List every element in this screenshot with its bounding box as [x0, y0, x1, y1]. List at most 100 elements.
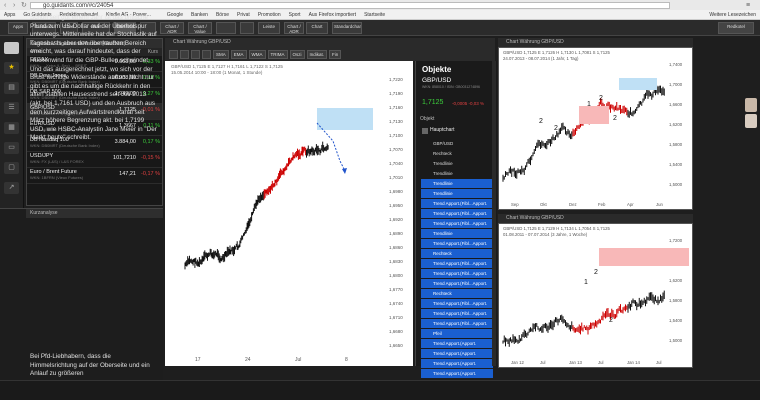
objects-scrollbar[interactable]	[492, 61, 496, 366]
object-item[interactable]: Trend Apport.(Fibl...Apport.	[421, 239, 493, 248]
projection-line[interactable]	[316, 122, 346, 172]
right-chart2-title: Chart Währung GBP/USD	[498, 214, 693, 223]
chart-icon[interactable]: ▤	[4, 82, 19, 94]
toolbar-button[interactable]: Leiste	[258, 22, 280, 34]
watchlist-row[interactable]: USD/JPY WKN: FX (L&S) / L&S FOREX 101,7210…	[27, 152, 162, 168]
object-item[interactable]: Rechteck	[421, 149, 493, 158]
avatar[interactable]	[4, 42, 19, 54]
zoom-in-icon[interactable]	[169, 49, 178, 59]
bookmark-item[interactable]: Google	[167, 10, 183, 19]
y-tick-label: 1,5400	[669, 162, 683, 167]
object-item[interactable]: Trend Apport.(Apport.	[421, 339, 493, 348]
move-icon[interactable]	[191, 49, 200, 59]
right-chart2-canvas[interactable]: GBP/USD 1,7125 E 1,7129 H 1,7134 L 1,705…	[499, 224, 694, 369]
toolbar-button[interactable]: Apps	[8, 22, 28, 34]
object-item[interactable]: Trend Apport.(Fibl...Apport.	[421, 309, 493, 318]
object-item[interactable]: Rechteck	[421, 249, 493, 258]
main-chart-title: Chart Währung GBP/USD	[165, 38, 495, 47]
bookmark-item[interactable]: Startseite	[364, 10, 385, 19]
folder-icon[interactable]	[422, 128, 428, 134]
toolbar-button[interactable]: Standardchart	[332, 22, 362, 34]
object-item[interactable]: Trend Apport.(Fibl...Apport.	[421, 269, 493, 278]
bookmark-item[interactable]: Sport	[289, 10, 301, 19]
x-tick-label: Feb	[598, 202, 606, 207]
object-item[interactable]: Trend Apport.(Fibl...Apport.	[421, 209, 493, 218]
object-item[interactable]: Trend Apport.(Fibl...Apport.	[421, 299, 493, 308]
object-item[interactable]: Trendlinie	[421, 189, 493, 198]
y-tick-label: 1,6830	[389, 259, 403, 264]
watchlist-change: -0,17 %	[141, 171, 160, 177]
draw-icon[interactable]	[202, 49, 211, 59]
desktop-icon[interactable]: ▭	[4, 142, 19, 154]
chart-tool-button[interactable]: TRIMA	[267, 49, 288, 59]
bookmark-item[interactable]: Börse	[216, 10, 229, 19]
object-item[interactable]: Trend Apport.(Apport.	[421, 359, 493, 368]
screen-icon[interactable]: ▢	[4, 162, 19, 174]
y-tick-label: 1,6800	[389, 273, 403, 278]
target-zone[interactable]	[579, 106, 609, 124]
chart-tool-button[interactable]: Fin	[329, 49, 342, 59]
object-item[interactable]: Trend Apport.(Fibl...Apport.	[421, 199, 493, 208]
bookmark-item[interactable]: Promotion	[258, 10, 281, 19]
chart-tool-button[interactable]: Indikat.	[306, 49, 328, 59]
object-item[interactable]: Trend Apport.(Fibl...Apport.	[421, 279, 493, 288]
star-icon[interactable]: ★	[4, 62, 19, 74]
forward-icon[interactable]: ›	[13, 2, 20, 9]
object-item[interactable]: Trend Apport.(Apport.	[421, 349, 493, 358]
watchlist-row[interactable]: Euro / Brent Future WKN: 1BFRN (Vieux Fut…	[27, 168, 162, 184]
bookmark-item[interactable]: Aus Firefox importiert	[309, 10, 357, 19]
object-item[interactable]: GBP/USD	[421, 139, 493, 148]
object-item[interactable]: Pfeil	[421, 329, 493, 338]
graph-icon[interactable]: ↗	[4, 182, 19, 194]
target-zone[interactable]	[599, 248, 689, 266]
right-chart1-canvas[interactable]: GBP/USD 1,7125 E 1,7126 H 1,7130 L 1,708…	[499, 48, 694, 211]
toolbar-right-button[interactable]: Redkotel	[718, 22, 754, 34]
bookmark-item[interactable]: Banken	[191, 10, 208, 19]
object-item[interactable]: Trend Apport.(Fibl...Apport.	[421, 319, 493, 328]
address-bar[interactable]: go.guidants.com/#c/24054	[30, 2, 670, 9]
object-item[interactable]: Trend Apport.(Apport.	[421, 369, 493, 378]
chart-tool-button[interactable]: WMA	[248, 49, 266, 59]
object-item[interactable]: Trend Apport.(Fibl...Apport.	[421, 259, 493, 268]
avatar[interactable]	[745, 98, 757, 112]
toolbar-button[interactable]	[240, 22, 254, 34]
toolbar-button[interactable]: Chart	[306, 22, 328, 34]
watchlist-sub: WKN: DB0MRT (Deutsche Bank Index)	[30, 143, 100, 148]
x-tick-label: Jul	[598, 360, 604, 365]
news-icon[interactable]: ▦	[4, 122, 19, 134]
right-chart-2[interactable]: GBP/USD 1,7125 E 1,7129 H 1,7134 L 1,705…	[498, 223, 693, 368]
object-item[interactable]: Trendlinie	[421, 159, 493, 168]
object-item[interactable]: Trendlinie	[421, 169, 493, 178]
x-tick-label: Jan 12	[511, 360, 525, 365]
object-item[interactable]: Trendlinie	[421, 179, 493, 188]
bookmarks-more[interactable]: Weitere Lesezeichen	[709, 10, 756, 20]
y-tick-label: 1,7190	[389, 91, 403, 96]
avatar[interactable]	[745, 114, 757, 128]
main-chart[interactable]: GBP/USD 1,7125 E 1,7127 H 1,7161 L 1,712…	[165, 61, 413, 366]
target-zone[interactable]	[317, 108, 373, 130]
right-chart-1[interactable]: GBP/USD 1,7125 E 1,7126 H 1,7130 L 1,708…	[498, 47, 693, 210]
bookmark-item[interactable]: Privat	[237, 10, 250, 19]
target-zone[interactable]	[619, 78, 657, 90]
zoom-out-icon[interactable]	[180, 49, 189, 59]
bookmark-item[interactable]: Apps	[4, 10, 15, 19]
object-item[interactable]: Rechteck	[421, 289, 493, 298]
y-tick-label: 1,7040	[389, 161, 403, 166]
objects-root: Hauptchart	[430, 127, 455, 133]
y-tick-label: 1,6920	[389, 217, 403, 222]
chart-tool-button[interactable]: EMA	[230, 49, 247, 59]
toolbar-button[interactable]: Chart / ADR	[160, 22, 184, 34]
list-icon[interactable]: ☰	[4, 102, 19, 114]
main-chart-canvas[interactable]: GBP/USD 1,7125 E 1,7127 H 1,7161 L 1,712…	[165, 61, 413, 366]
chart-tool-button[interactable]: Oszi	[289, 49, 305, 59]
object-item[interactable]: Trendlinie	[421, 229, 493, 238]
toolbar-button[interactable]: Chart / Value	[188, 22, 212, 34]
chart-tool-button[interactable]: SMA	[213, 49, 229, 59]
back-icon[interactable]: ‹	[4, 2, 11, 9]
wave-label: 2	[539, 118, 543, 125]
toolbar-button[interactable]: Chart / ADR	[284, 22, 304, 34]
toolbar-button[interactable]	[216, 22, 236, 34]
menu-icon[interactable]: ≡	[746, 2, 754, 9]
object-item[interactable]: Trend Apport.(Fibl...Apport.	[421, 219, 493, 228]
reload-icon[interactable]: ↻	[21, 2, 28, 9]
